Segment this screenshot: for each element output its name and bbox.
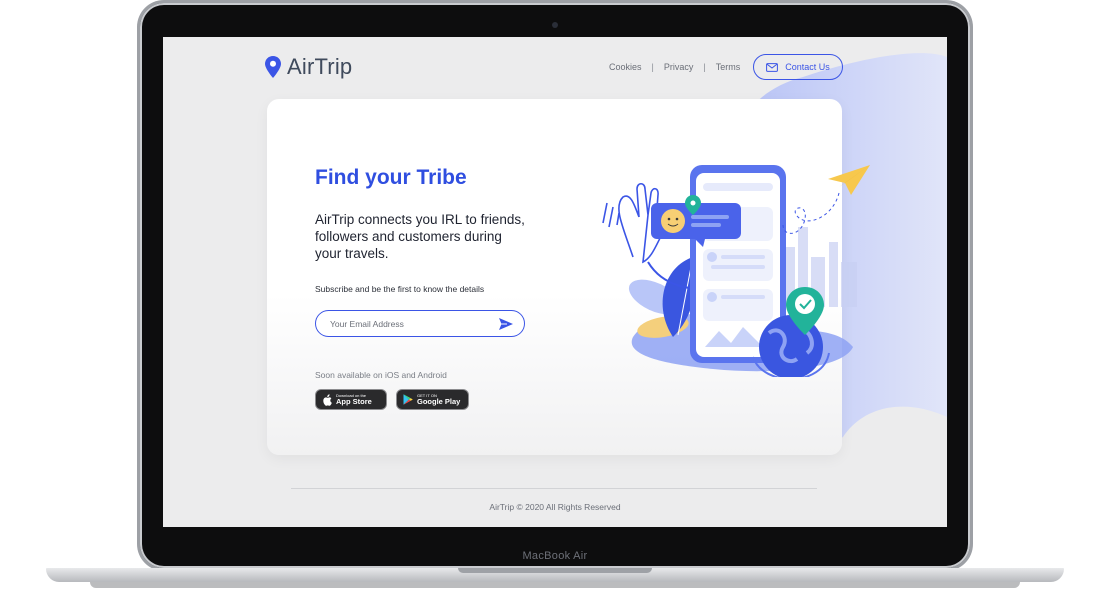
availability-text: Soon available on iOS and Android <box>315 370 447 380</box>
map-pin-icon <box>265 56 281 78</box>
leaf-decoration <box>628 257 695 338</box>
nav-separator: | <box>703 62 706 72</box>
laptop-base-notch <box>458 568 652 573</box>
google-play-bottom-text: Google Play <box>417 397 461 406</box>
app-store-bottom-text: App Store <box>336 397 372 406</box>
footer-copyright: AirTrip © 2020 All Rights Reserved <box>489 502 621 512</box>
google-play-icon <box>403 394 413 405</box>
nav-link-cookies[interactable]: Cookies <box>609 62 642 72</box>
flight-path <box>782 192 840 234</box>
send-button[interactable] <box>498 316 514 332</box>
device-model-label: MacBook Air <box>522 550 588 562</box>
contact-us-button[interactable]: Contact Us <box>753 54 843 80</box>
paper-plane-icon <box>828 165 870 195</box>
app-store-button[interactable]: Download on the App Store <box>315 389 387 410</box>
top-nav: Cookies | Privacy | Terms <box>609 62 740 72</box>
send-icon <box>499 318 513 330</box>
nav-link-privacy[interactable]: Privacy <box>664 62 694 72</box>
hero-title: Find your Tribe <box>315 166 467 189</box>
logo[interactable]: AirTrip <box>265 54 352 80</box>
email-input[interactable] <box>328 314 492 334</box>
email-subscribe-form <box>315 310 525 337</box>
mail-icon <box>766 62 779 72</box>
footer-divider <box>291 488 817 489</box>
browser-screen: AirTrip Cookies | Privacy | Terms Contac… <box>163 37 947 527</box>
nav-separator: | <box>651 62 654 72</box>
apple-icon <box>323 393 332 406</box>
hero-description: AirTrip connects you IRL to friends, fol… <box>315 212 525 261</box>
logo-text: AirTrip <box>287 54 353 79</box>
subscribe-label: Subscribe and be the first to know the d… <box>315 284 485 294</box>
contact-us-label: Contact Us <box>785 62 830 72</box>
nav-link-terms[interactable]: Terms <box>716 62 741 72</box>
travel-illustration <box>602 165 870 377</box>
laptop-base-shadow <box>90 582 1020 588</box>
google-play-button[interactable]: GET IT ON Google Play <box>396 389 469 410</box>
webcam-icon <box>552 22 558 28</box>
